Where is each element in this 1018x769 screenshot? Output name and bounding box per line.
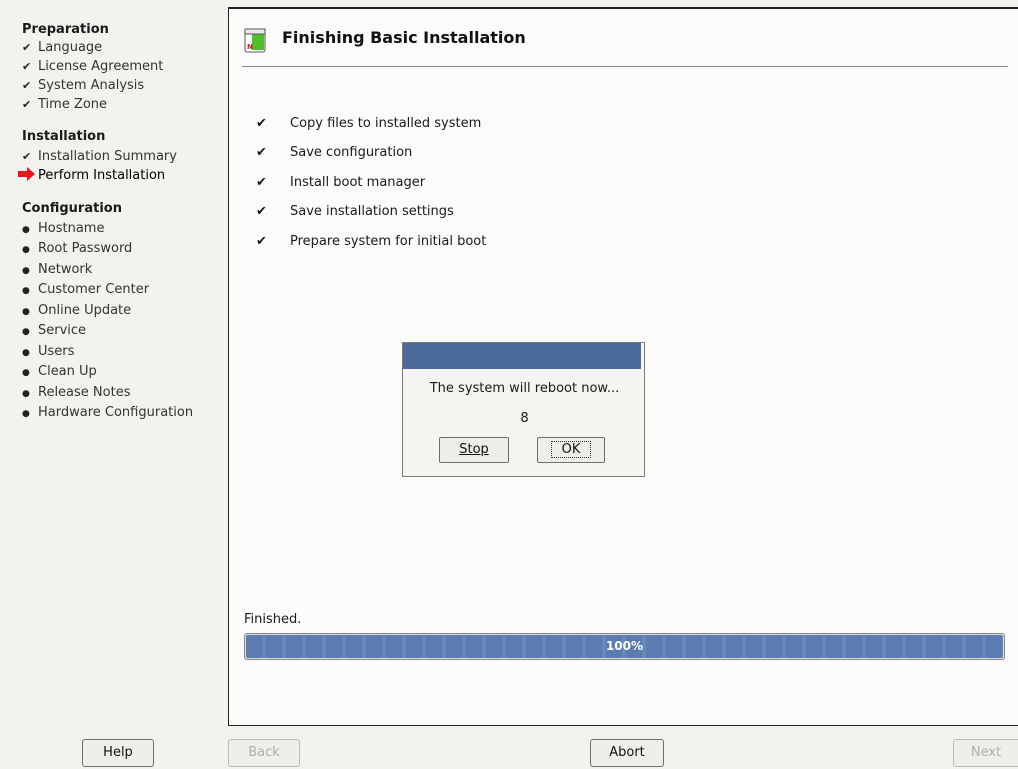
step-root-password: ● Root Password [22,240,132,258]
svg-text:N: N [247,43,253,51]
installation-steps-sidebar: Preparation ✔ Language ✔ License Agreement… [0,0,226,722]
reboot-dialog: The system will reboot now... 8 Stop OK [402,342,645,477]
step-installation-summary: ✔ Installation Summary [22,149,177,164]
top-border [228,7,1018,8]
stop-button[interactable]: Stop [439,437,509,463]
bullet-icon: ● [22,409,30,419]
step-online-update: ● Online Update [22,302,131,320]
step-service: ● Service [22,322,86,340]
check-icon: ✔ [22,60,32,73]
reboot-message: The system will reboot now... [429,381,620,396]
bullet-icon: ● [22,286,30,296]
task-done-icon: ✔ [256,145,267,160]
bullet-icon: ● [22,348,30,358]
current-step-arrow-icon [18,167,38,185]
section-installation: Installation [22,129,106,144]
task-done-icon: ✔ [256,234,267,249]
task-done-icon: ✔ [256,204,267,219]
help-button[interactable]: Help [82,739,154,767]
status-label: Finished. [244,612,302,627]
installation-progress-bar: 100% [244,633,1005,660]
check-icon: ✔ [22,98,32,111]
next-button[interactable]: Next [953,739,1018,767]
abort-button[interactable]: Abort [590,739,664,767]
step-release-notes: ● Release Notes [22,384,130,402]
task-done-icon: ✔ [256,175,267,190]
step-perform-installation: Perform Installation [18,167,165,185]
task-install-boot-manager: ✔ Install boot manager [256,173,425,193]
task-save-installation-settings: ✔ Save installation settings [256,202,454,222]
bullet-icon: ● [22,266,30,276]
task-copy-files: ✔ Copy files to installed system [256,114,481,134]
bullet-icon: ● [22,327,30,337]
step-customer-center: ● Customer Center [22,281,149,299]
reboot-countdown: 8 [520,411,529,426]
step-clean-up: ● Clean Up [22,363,97,381]
bullet-icon: ● [22,225,30,235]
bullet-icon: ● [22,307,30,317]
section-preparation: Preparation [22,22,109,37]
check-icon: ✔ [22,41,32,54]
step-hostname: ● Hostname [22,220,104,238]
check-icon: ✔ [22,150,32,163]
step-system-analysis: ✔ System Analysis [22,78,145,93]
progress-percent: 100% [605,639,644,653]
step-license-agreement: ✔ License Agreement [22,59,164,74]
step-time-zone: ✔ Time Zone [22,97,108,112]
ok-button[interactable]: OK [537,437,605,463]
check-icon: ✔ [22,79,32,92]
task-save-configuration: ✔ Save configuration [256,143,412,163]
task-done-icon: ✔ [256,116,267,131]
page-title: Finishing Basic Installation [282,28,526,47]
bullet-icon: ● [22,245,30,255]
step-users: ● Users [22,343,74,361]
suse-package-icon: N [244,27,266,53]
bullet-icon: ● [22,368,30,378]
back-button[interactable]: Back [228,739,300,767]
step-language: ✔ Language [22,40,103,55]
section-configuration: Configuration [22,201,122,216]
step-hardware-configuration: ● Hardware Configuration [22,404,193,422]
bullet-icon: ● [22,389,30,399]
task-prepare-initial-boot: ✔ Prepare system for initial boot [256,232,486,252]
step-network: ● Network [22,261,92,279]
dialog-titlebar[interactable] [403,343,641,369]
title-divider [242,66,1008,67]
